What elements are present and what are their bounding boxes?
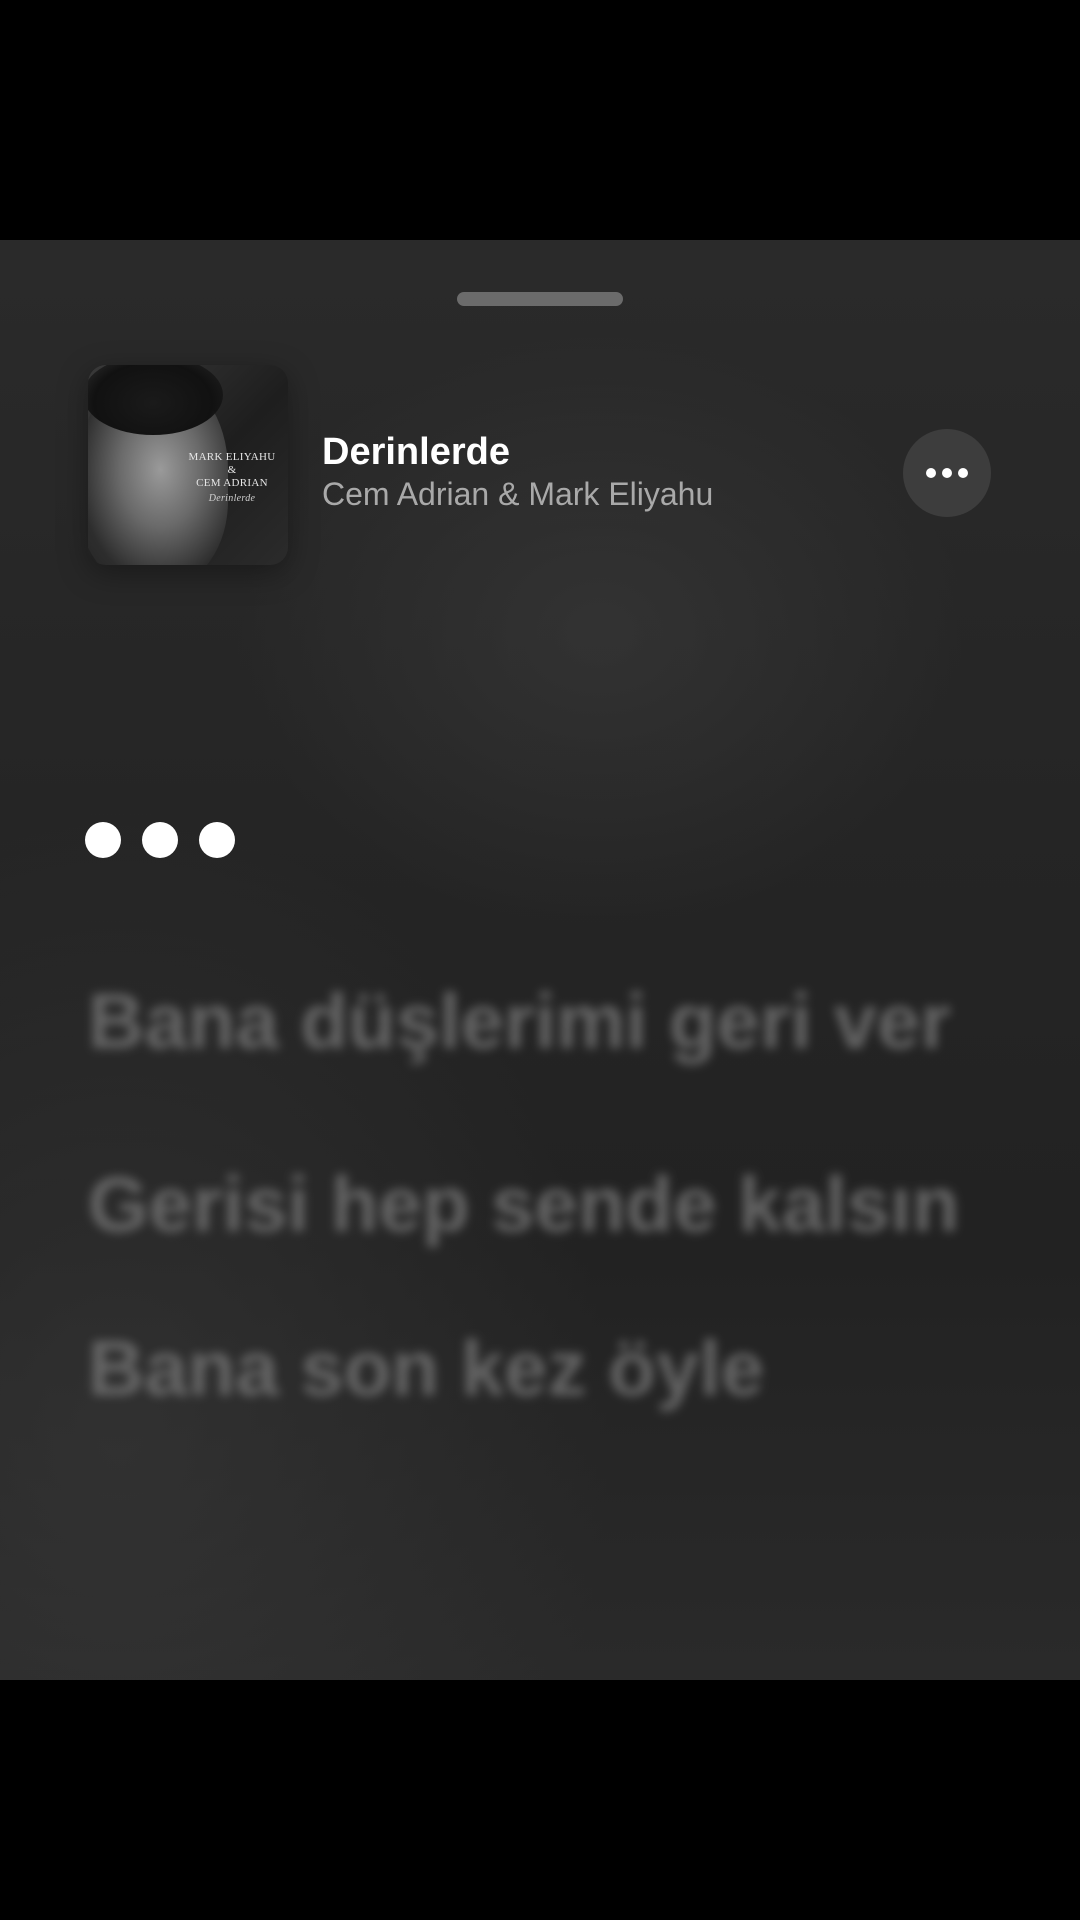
- lyric-line[interactable]: Bana son kez öyle: [88, 1316, 988, 1420]
- more-options-button[interactable]: [903, 429, 991, 517]
- artwork-line-3: CEM ADRIAN: [196, 477, 268, 489]
- artwork-line-2: &: [227, 464, 237, 476]
- artwork-line-1: MARK ELIYAHU: [188, 451, 276, 463]
- artwork-text: MARK ELIYAHU & CEM ADRIAN Derinlerde: [182, 451, 282, 505]
- song-title: Derinlerde: [322, 431, 510, 473]
- artwork-script: Derinlerde: [208, 493, 256, 504]
- song-artist[interactable]: Cem Adrian & Mark Eliyahu: [322, 474, 713, 514]
- more-horizontal-icon-dot: [942, 468, 952, 478]
- lyrics-list: Bana düşlerimi geri ver Gerisi hep sende…: [88, 950, 988, 1420]
- more-horizontal-icon: [926, 468, 936, 478]
- loading-dot: [199, 822, 235, 858]
- loading-dot: [85, 822, 121, 858]
- loading-dot: [142, 822, 178, 858]
- bottom-black-bar: [0, 1680, 1080, 1920]
- lyric-line[interactable]: Gerisi hep sende kalsın: [88, 1152, 988, 1256]
- album-artwork[interactable]: MARK ELIYAHU & CEM ADRIAN Derinlerde: [88, 365, 288, 565]
- top-black-bar: [0, 0, 1080, 240]
- lyrics-sheet: MARK ELIYAHU & CEM ADRIAN Derinlerde Der…: [0, 240, 1080, 1680]
- lyrics-loading-indicator: [85, 822, 235, 858]
- sheet-grabber-handle[interactable]: [457, 292, 623, 306]
- more-horizontal-icon-dot: [958, 468, 968, 478]
- lyric-line[interactable]: Bana düşlerimi geri ver: [88, 950, 988, 1092]
